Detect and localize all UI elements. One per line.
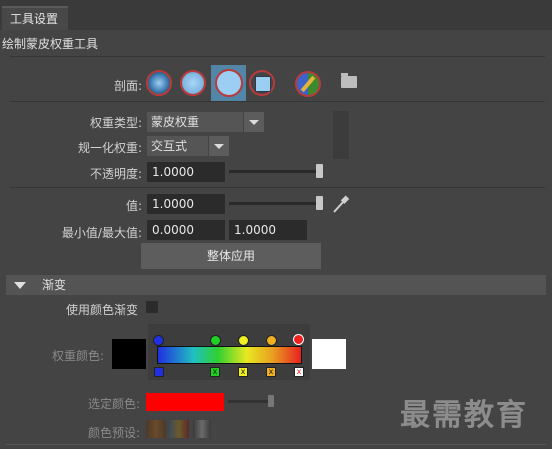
color-preset-2[interactable] bbox=[169, 420, 189, 438]
chevron-down-icon[interactable] bbox=[244, 112, 264, 132]
square-brush-icon[interactable] bbox=[249, 70, 275, 96]
selected-color-slider-thumb[interactable] bbox=[268, 395, 274, 407]
tab-bar: 工具设置 bbox=[0, 0, 552, 30]
ramp-marker[interactable] bbox=[210, 335, 221, 346]
use-color-ramp-label: 使用颜色渐变 bbox=[65, 303, 138, 317]
ramp-delete-handle[interactable]: x bbox=[294, 367, 304, 377]
flood-button[interactable]: 整体应用 bbox=[141, 243, 321, 269]
ramp-marker[interactable] bbox=[238, 335, 249, 346]
value-slider-track[interactable] bbox=[229, 202, 323, 205]
watermark: 最需教育 bbox=[400, 398, 528, 433]
chevron-down-icon[interactable] bbox=[209, 136, 229, 156]
weight-type-label: 权重类型: bbox=[89, 116, 142, 130]
color-preset-3[interactable] bbox=[193, 420, 211, 438]
value-field[interactable]: 1.0000 bbox=[147, 194, 225, 214]
ramp-marker[interactable] bbox=[153, 335, 164, 346]
separator bbox=[10, 56, 545, 57]
value-slider-thumb[interactable] bbox=[316, 196, 323, 210]
ramp-marker[interactable] bbox=[266, 335, 277, 346]
soft-brush-icon[interactable] bbox=[180, 70, 206, 96]
tool-title: 绘制蒙皮权重工具 bbox=[2, 37, 99, 51]
max-value-field[interactable]: 1.0000 bbox=[229, 220, 307, 240]
gradient-section-header[interactable]: 渐变 bbox=[6, 275, 546, 295]
use-color-ramp-checkbox[interactable] bbox=[146, 301, 158, 313]
weight-color-label: 权重颜色: bbox=[51, 349, 104, 363]
tab-tool-settings[interactable]: 工具设置 bbox=[2, 6, 68, 30]
ramp-delete-handle[interactable]: x bbox=[210, 367, 220, 377]
opacity-label: 不透明度: bbox=[89, 167, 142, 181]
weight-color-max-swatch[interactable] bbox=[312, 339, 346, 369]
folder-icon[interactable] bbox=[341, 73, 357, 88]
solid-brush-icon[interactable] bbox=[215, 69, 243, 97]
gradient-section-title: 渐变 bbox=[42, 278, 67, 292]
color-preset-1[interactable] bbox=[146, 420, 166, 438]
opacity-slider-thumb[interactable] bbox=[316, 164, 323, 178]
opacity-field[interactable]: 1.0000 bbox=[147, 162, 225, 182]
selected-color-swatch[interactable] bbox=[146, 393, 224, 411]
collapse-triangle-icon[interactable] bbox=[14, 282, 26, 289]
color-presets-label: 颜色预设: bbox=[87, 426, 140, 440]
normalize-weights-dropdown[interactable]: 交互式 bbox=[147, 136, 208, 156]
value-label: 值: bbox=[125, 199, 142, 213]
separator bbox=[6, 444, 546, 445]
weight-type-dropdown[interactable]: 蒙皮权重 bbox=[147, 112, 243, 132]
normalize-weights-label: 规一化权重: bbox=[77, 141, 142, 155]
selected-color-slider-track[interactable] bbox=[228, 400, 272, 403]
weight-color-min-swatch[interactable] bbox=[112, 339, 146, 369]
eyedropper-icon[interactable] bbox=[332, 194, 350, 214]
profile-label: 剖面: bbox=[113, 79, 142, 93]
gaussian-brush-icon[interactable] bbox=[146, 70, 172, 96]
separator bbox=[10, 101, 545, 102]
custom-brush-icon[interactable] bbox=[295, 71, 321, 97]
ramp-handle[interactable] bbox=[154, 367, 164, 377]
min-max-label: 最小值/最大值: bbox=[61, 226, 142, 240]
min-value-field[interactable]: 0.0000 bbox=[147, 220, 225, 240]
color-ramp-gradient[interactable] bbox=[157, 346, 302, 364]
scroll-area[interactable] bbox=[333, 111, 349, 159]
ramp-delete-handle[interactable]: x bbox=[238, 367, 248, 377]
opacity-slider-track[interactable] bbox=[229, 170, 323, 173]
ramp-delete-handle[interactable]: x bbox=[266, 367, 276, 377]
selected-color-label: 选定颜色: bbox=[87, 397, 140, 411]
color-ramp-panel[interactable]: x x x x bbox=[148, 324, 310, 380]
ramp-marker-selected[interactable] bbox=[293, 334, 304, 345]
separator bbox=[10, 187, 545, 188]
